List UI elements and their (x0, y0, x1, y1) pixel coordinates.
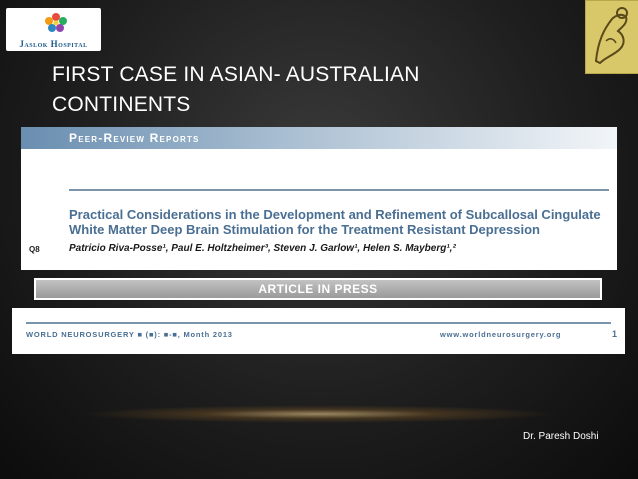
peer-review-header: Peer-Review Reports (69, 131, 200, 145)
slide-title: FIRST CASE IN ASIAN- AUSTRALIAN CONTINEN… (52, 63, 420, 116)
journal-citation: WORLD NEUROSURGERY ■ (■): ■-■, Month 201… (26, 330, 233, 339)
divider (69, 189, 609, 191)
peer-review-header-bar: Peer-Review Reports (21, 127, 617, 149)
article-in-press-banner: ARTICLE IN PRESS (34, 278, 602, 300)
banner-text: ARTICLE IN PRESS (258, 282, 378, 296)
page-number: 1 (612, 329, 618, 339)
emblem-logo (585, 0, 638, 74)
flower-logo-icon (45, 13, 67, 32)
logo-text: Jaslok Hospital (19, 39, 88, 49)
article-header-panel: Peer-Review Reports Practical Considerat… (21, 127, 617, 270)
journal-url: www.worldneurosurgery.org (440, 330, 562, 339)
article-authors: Patricio Riva-Posse¹, Paul E. Holtzheime… (69, 243, 456, 254)
hospital-logo: Jaslok Hospital (6, 8, 101, 51)
emblem-figure-icon (594, 7, 628, 65)
journal-header-panel: WORLD NEUROSURGERY ■ (■): ■-■, Month 201… (12, 308, 625, 354)
divider (26, 322, 611, 324)
article-title: Practical Considerations in the Developm… (69, 207, 601, 237)
query-label: Q8 (29, 245, 40, 254)
decorative-glow (80, 405, 558, 423)
footer-author: Dr. Paresh Doshi (523, 431, 599, 442)
